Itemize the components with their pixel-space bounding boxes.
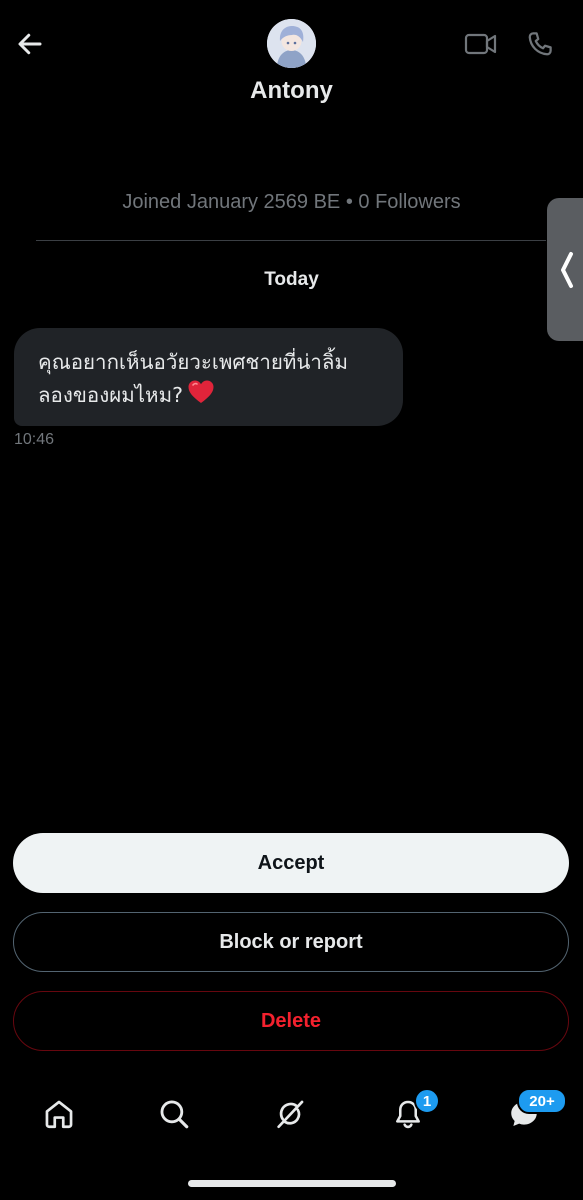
video-camera-icon (464, 33, 497, 55)
red-heart-icon (187, 379, 215, 415)
voice-call-button[interactable] (518, 22, 562, 66)
phone-icon (528, 32, 552, 56)
home-indicator[interactable] (188, 1180, 396, 1187)
message-bubble[interactable]: คุณอยากเห็นอวัยวะเพศชายที่น่าลิ้ม ลองของ… (14, 328, 403, 426)
nav-grok[interactable] (266, 1090, 314, 1138)
block-or-report-button[interactable]: Block or report (13, 912, 569, 972)
search-icon (160, 1100, 189, 1129)
accept-button[interactable]: Accept (13, 833, 569, 893)
back-button[interactable] (8, 22, 52, 66)
video-call-button[interactable] (458, 22, 504, 66)
nav-home[interactable] (35, 1090, 83, 1138)
messages-badge: 20+ (517, 1088, 567, 1114)
day-separator: Today (264, 269, 319, 290)
home-icon (45, 1100, 73, 1129)
message-text-line: คุณอยากเห็นอวัยวะเพศชายที่น่าลิ้ม (38, 350, 348, 374)
message-timestamp: 10:46 (14, 431, 55, 448)
nav-search[interactable] (150, 1090, 198, 1138)
arrow-left-icon (18, 33, 42, 55)
message-text-line: ลองของผมไหม? (38, 379, 383, 415)
grok-icon (277, 1100, 304, 1129)
chevron-left-icon (561, 251, 573, 288)
divider (36, 240, 546, 241)
side-panel-handle[interactable] (547, 198, 583, 341)
conversation-name[interactable]: Antony (0, 77, 583, 105)
delete-button[interactable]: Delete (13, 991, 569, 1051)
notifications-badge: 1 (414, 1088, 440, 1114)
avatar[interactable] (267, 19, 316, 68)
profile-joined-info: Joined January 2569 BE • 0 Followers (122, 191, 461, 213)
